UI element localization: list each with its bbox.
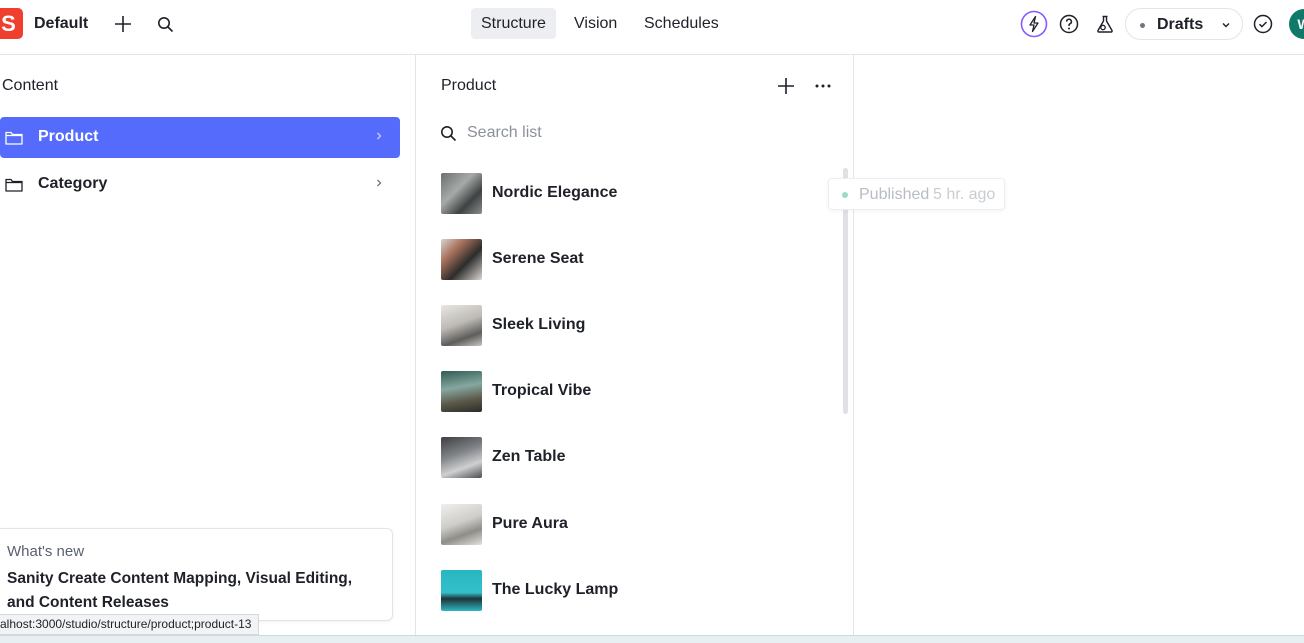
window-bottom-strip (0, 635, 1304, 643)
tab-vision[interactable]: Vision (564, 8, 627, 39)
product-thumbnail (441, 305, 482, 346)
tab-structure[interactable]: Structure (471, 8, 556, 39)
release-selector[interactable]: Drafts (1125, 8, 1243, 40)
product-thumbnail (441, 570, 482, 611)
document-item[interactable]: The Lucky Lamp (441, 570, 831, 612)
whats-new-kicker: What's new (7, 543, 85, 560)
user-avatar[interactable]: W (1289, 9, 1304, 39)
flask-icon[interactable] (1094, 13, 1116, 35)
document-title: Serene Seat (492, 250, 584, 267)
published-time: 5 hr. ago (933, 186, 996, 203)
content-item-label: Product (38, 128, 99, 145)
top-navbar: S Default Structure Vision Schedules Dra… (0, 0, 1304, 55)
document-item[interactable]: Pure Aura (441, 504, 831, 546)
document-title: Sleek Living (492, 316, 586, 333)
content-item-category[interactable]: Category (0, 164, 400, 205)
published-status-dot (842, 192, 848, 198)
document-title: Pure Aura (492, 515, 568, 532)
chevron-down-icon (1220, 18, 1232, 36)
content-pane: Content Product Category What's new Sani… (0, 55, 416, 643)
help-icon[interactable] (1058, 13, 1080, 35)
product-thumbnail (441, 239, 482, 280)
document-title: Nordic Elegance (492, 184, 618, 201)
content-item-label: Category (38, 175, 108, 192)
draft-status-dot (1140, 23, 1145, 28)
product-pane-title: Product (441, 77, 497, 94)
document-title: Zen Table (492, 448, 566, 465)
workspace-name[interactable]: Default (34, 15, 88, 33)
whats-new-title: Sanity Create Content Mapping, Visual Ed… (7, 570, 353, 611)
more-options-icon[interactable] (812, 76, 834, 96)
chevron-right-icon (373, 129, 385, 147)
whats-new-card[interactable]: What's new Sanity Create Content Mapping… (0, 528, 393, 621)
document-item[interactable]: Sleek Living (441, 305, 831, 347)
search-icon (438, 123, 458, 143)
product-list-pane: Product Search list Nordic Elegance Sere… (416, 55, 854, 643)
plus-icon[interactable] (112, 13, 134, 35)
document-title: Tropical Vibe (492, 382, 592, 399)
folder-icon (5, 130, 23, 150)
document-title: The Lucky Lamp (492, 581, 619, 598)
published-tooltip: Published 5 hr. ago (828, 178, 1005, 210)
plus-icon[interactable] (776, 76, 796, 96)
product-thumbnail (441, 437, 482, 478)
published-label: Published (859, 186, 930, 203)
product-thumbnail (441, 173, 482, 214)
document-item[interactable]: Zen Table (441, 437, 831, 479)
product-thumbnail (441, 371, 482, 412)
folder-icon (5, 177, 23, 197)
tab-schedules[interactable]: Schedules (634, 8, 729, 39)
content-item-product[interactable]: Product (0, 117, 400, 158)
status-bar-url: alhost:3000/studio/structure/product;pro… (0, 614, 260, 635)
sanity-logo[interactable]: S (0, 8, 23, 39)
content-pane-title: Content (2, 77, 59, 94)
check-circle-icon[interactable] (1252, 13, 1274, 35)
drafts-label: Drafts (1157, 16, 1204, 33)
document-item[interactable]: Serene Seat (441, 239, 831, 281)
search-icon[interactable] (154, 13, 176, 35)
chevron-right-icon (373, 176, 385, 194)
search-input[interactable]: Search list (467, 124, 542, 142)
lightning-icon[interactable] (1020, 10, 1048, 38)
product-thumbnail (441, 504, 482, 545)
document-item[interactable]: Tropical Vibe (441, 371, 831, 413)
document-item[interactable]: Nordic Elegance (441, 173, 831, 215)
